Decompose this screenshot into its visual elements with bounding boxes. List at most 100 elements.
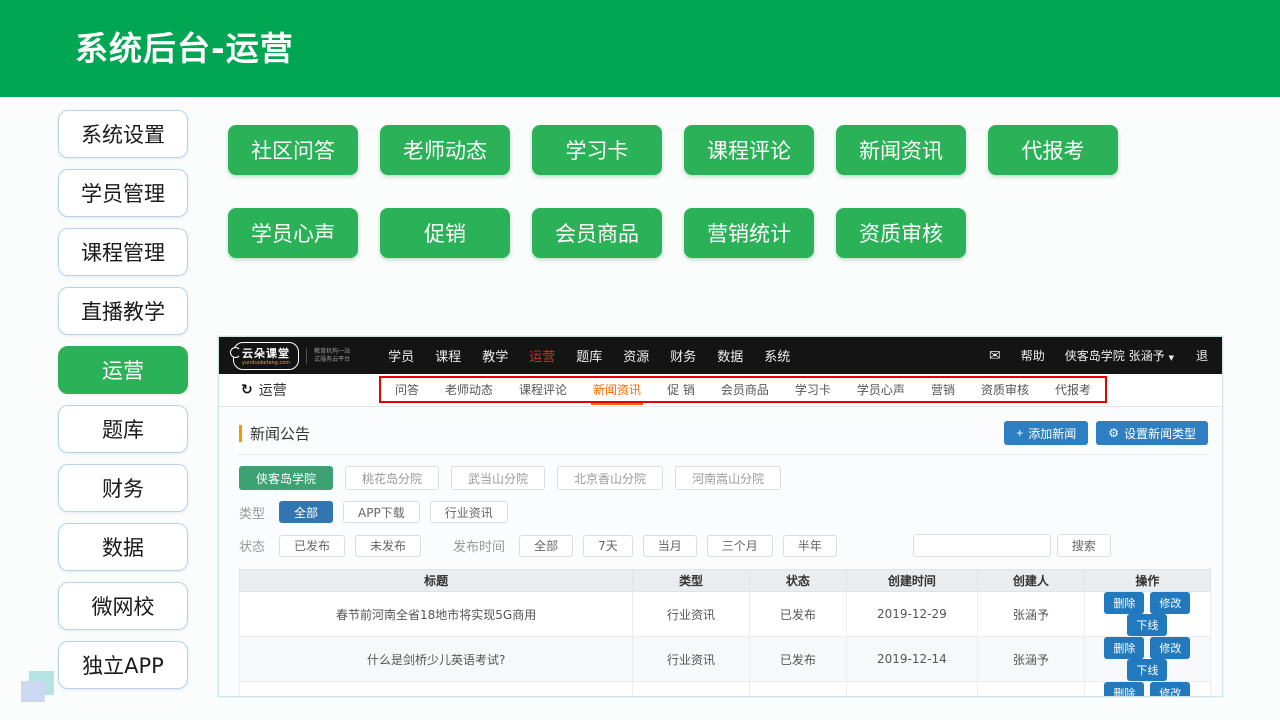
cell-status: 已发布 (749, 682, 846, 698)
type-industry-news[interactable]: 行业资讯 (430, 501, 508, 523)
topnav-question-bank[interactable]: 题库 (576, 346, 602, 365)
feature-course-comments[interactable]: 课程评论 (684, 125, 814, 175)
add-news-button[interactable]: +添加新闻 (1004, 421, 1088, 445)
offline-button[interactable]: 下线 (1127, 614, 1167, 636)
help-link[interactable]: 帮助 (1021, 347, 1045, 364)
logout-link[interactable]: 退 (1196, 347, 1208, 364)
sidebar-item-operations[interactable]: 运营 (58, 346, 188, 394)
type-app-download[interactable]: APP下载 (343, 501, 420, 523)
subnav-news[interactable]: 新闻资讯 (593, 381, 641, 398)
edit-button[interactable]: 修改 (1150, 637, 1190, 659)
admin-topnav: 云朵课堂 yunduoketang.com 教育机构一站 式服务云平台 学员 课… (219, 337, 1222, 374)
sidebar-item-student-management[interactable]: 学员管理 (58, 169, 188, 217)
mail-icon[interactable]: ✉ (989, 348, 1001, 364)
search-button[interactable]: 搜索 (1057, 534, 1111, 557)
topnav-finance[interactable]: 财务 (670, 346, 696, 365)
time-this-month[interactable]: 当月 (643, 535, 697, 557)
subnav-highlight-box: 问答 老师动态 课程评论 新闻资讯 促 销 会员商品 学习卡 学员心声 营销 资… (379, 376, 1107, 403)
subnav-course-comments[interactable]: 课程评论 (519, 381, 567, 398)
status-unpublished[interactable]: 未发布 (355, 535, 421, 557)
topnav-students[interactable]: 学员 (388, 346, 414, 365)
subnav-teacher-updates[interactable]: 老师动态 (445, 381, 493, 398)
feature-promotion[interactable]: 促销 (380, 208, 510, 258)
subnav-proxy-exam[interactable]: 代报考 (1055, 381, 1091, 398)
news-panel-title: 新闻公告 (250, 423, 310, 444)
topnav-system[interactable]: 系统 (764, 346, 790, 365)
col-title: 标题 (240, 570, 633, 592)
cell-title: 下载APP，随时随地学习 (240, 682, 633, 698)
admin-subnav: ↻ 运营 问答 老师动态 课程评论 新闻资讯 促 销 会员商品 学习卡 学员心声… (219, 374, 1222, 407)
topnav-courses[interactable]: 课程 (435, 346, 461, 365)
sidebar-item-course-management[interactable]: 课程管理 (58, 228, 188, 276)
topnav-operations[interactable]: 运营 (529, 346, 555, 365)
topnav-teaching[interactable]: 教学 (482, 346, 508, 365)
time-7days[interactable]: 7天 (583, 535, 633, 557)
sidebar-item-data[interactable]: 数据 (58, 523, 188, 571)
topnav-resources[interactable]: 资源 (623, 346, 649, 365)
subnav-member-goods[interactable]: 会员商品 (721, 381, 769, 398)
feature-study-card[interactable]: 学习卡 (532, 125, 662, 175)
gear-icon: ⚙ (1108, 426, 1119, 440)
search-input[interactable] (913, 534, 1051, 557)
table-row: 什么是剑桥少儿英语考试? 行业资讯 已发布 2019-12-14 张涵予 删除修… (240, 637, 1211, 682)
campus-tabs: 侠客岛学院 桃花岛分院 武当山分院 北京香山分院 河南嵩山分院 (239, 466, 1208, 490)
campus-tab-taohuadao[interactable]: 桃花岛分院 (345, 466, 439, 490)
sidebar: 系统设置 学员管理 课程管理 直播教学 运营 题库 财务 数据 微网校 独立AP… (58, 110, 188, 689)
cell-title: 春节前河南全省18地市将实现5G商用 (240, 592, 633, 637)
feature-qualification-review[interactable]: 资质审核 (836, 208, 966, 258)
time-half-year[interactable]: 半年 (783, 535, 837, 557)
edit-button[interactable]: 修改 (1150, 682, 1190, 697)
col-status: 状态 (749, 570, 846, 592)
feature-marketing-stats[interactable]: 营销统计 (684, 208, 814, 258)
sidebar-item-finance[interactable]: 财务 (58, 464, 188, 512)
cell-created: 2019-12-14 (846, 637, 977, 682)
subnav-study-card[interactable]: 学习卡 (795, 381, 831, 398)
feature-community-qa[interactable]: 社区问答 (228, 125, 358, 175)
feature-proxy-exam[interactable]: 代报考 (988, 125, 1118, 175)
decorative-square-lavender (21, 681, 45, 702)
delete-button[interactable]: 删除 (1104, 682, 1144, 697)
feature-teacher-updates[interactable]: 老师动态 (380, 125, 510, 175)
campus-tab-beijing-xiangshan[interactable]: 北京香山分院 (557, 466, 663, 490)
sidebar-item-standalone-app[interactable]: 独立APP (58, 641, 188, 689)
offline-button[interactable]: 下线 (1127, 659, 1167, 681)
status-label: 状态 (239, 536, 265, 555)
status-published[interactable]: 已发布 (279, 535, 345, 557)
feature-news[interactable]: 新闻资讯 (836, 125, 966, 175)
campus-tab-henan-songshan[interactable]: 河南嵩山分院 (675, 466, 781, 490)
feature-member-goods[interactable]: 会员商品 (532, 208, 662, 258)
cell-type: 行业资讯 (633, 592, 750, 637)
subnav-promotion[interactable]: 促 销 (667, 381, 695, 398)
cell-actions: 删除修改下线 (1084, 682, 1210, 698)
subnav-marketing[interactable]: 营销 (931, 381, 955, 398)
cell-created: 2019-12-29 (846, 592, 977, 637)
account-menu[interactable]: 侠客岛学院 张涵予▼ (1065, 347, 1174, 364)
news-type-settings-button[interactable]: ⚙设置新闻类型 (1096, 421, 1208, 445)
sidebar-item-system-settings[interactable]: 系统设置 (58, 110, 188, 158)
subnav-qualification-review[interactable]: 资质审核 (981, 381, 1029, 398)
cell-creator: 张涵予 (977, 682, 1084, 698)
table-row: 下载APP，随时随地学习 APP下载 已发布 2019-12-14 张涵予 删除… (240, 682, 1211, 698)
cell-created: 2019-12-14 (846, 682, 977, 698)
topnav-right: ✉ 帮助 侠客岛学院 张涵予▼ 退 (989, 347, 1208, 364)
delete-button[interactable]: 删除 (1104, 637, 1144, 659)
feature-student-voice[interactable]: 学员心声 (228, 208, 358, 258)
campus-tab-wudangshan[interactable]: 武当山分院 (451, 466, 545, 490)
sidebar-item-question-bank[interactable]: 题库 (58, 405, 188, 453)
cell-actions: 删除修改下线 (1084, 637, 1210, 682)
divider (239, 454, 1208, 455)
time-all[interactable]: 全部 (519, 535, 573, 557)
subnav-student-voice[interactable]: 学员心声 (857, 381, 905, 398)
cell-status: 已发布 (749, 592, 846, 637)
news-table: 标题 类型 状态 创建时间 创建人 操作 春节前河南全省18地市将实现5G商用 … (239, 569, 1211, 697)
sidebar-item-live-teaching[interactable]: 直播教学 (58, 287, 188, 335)
time-3months[interactable]: 三个月 (707, 535, 773, 557)
subnav-qa[interactable]: 问答 (395, 381, 419, 398)
sidebar-item-micro-school[interactable]: 微网校 (58, 582, 188, 630)
type-all[interactable]: 全部 (279, 501, 333, 523)
publish-time-label: 发布时间 (453, 536, 505, 555)
edit-button[interactable]: 修改 (1150, 592, 1190, 614)
campus-tab-xiakedao[interactable]: 侠客岛学院 (239, 466, 333, 490)
topnav-data[interactable]: 数据 (717, 346, 743, 365)
delete-button[interactable]: 删除 (1104, 592, 1144, 614)
